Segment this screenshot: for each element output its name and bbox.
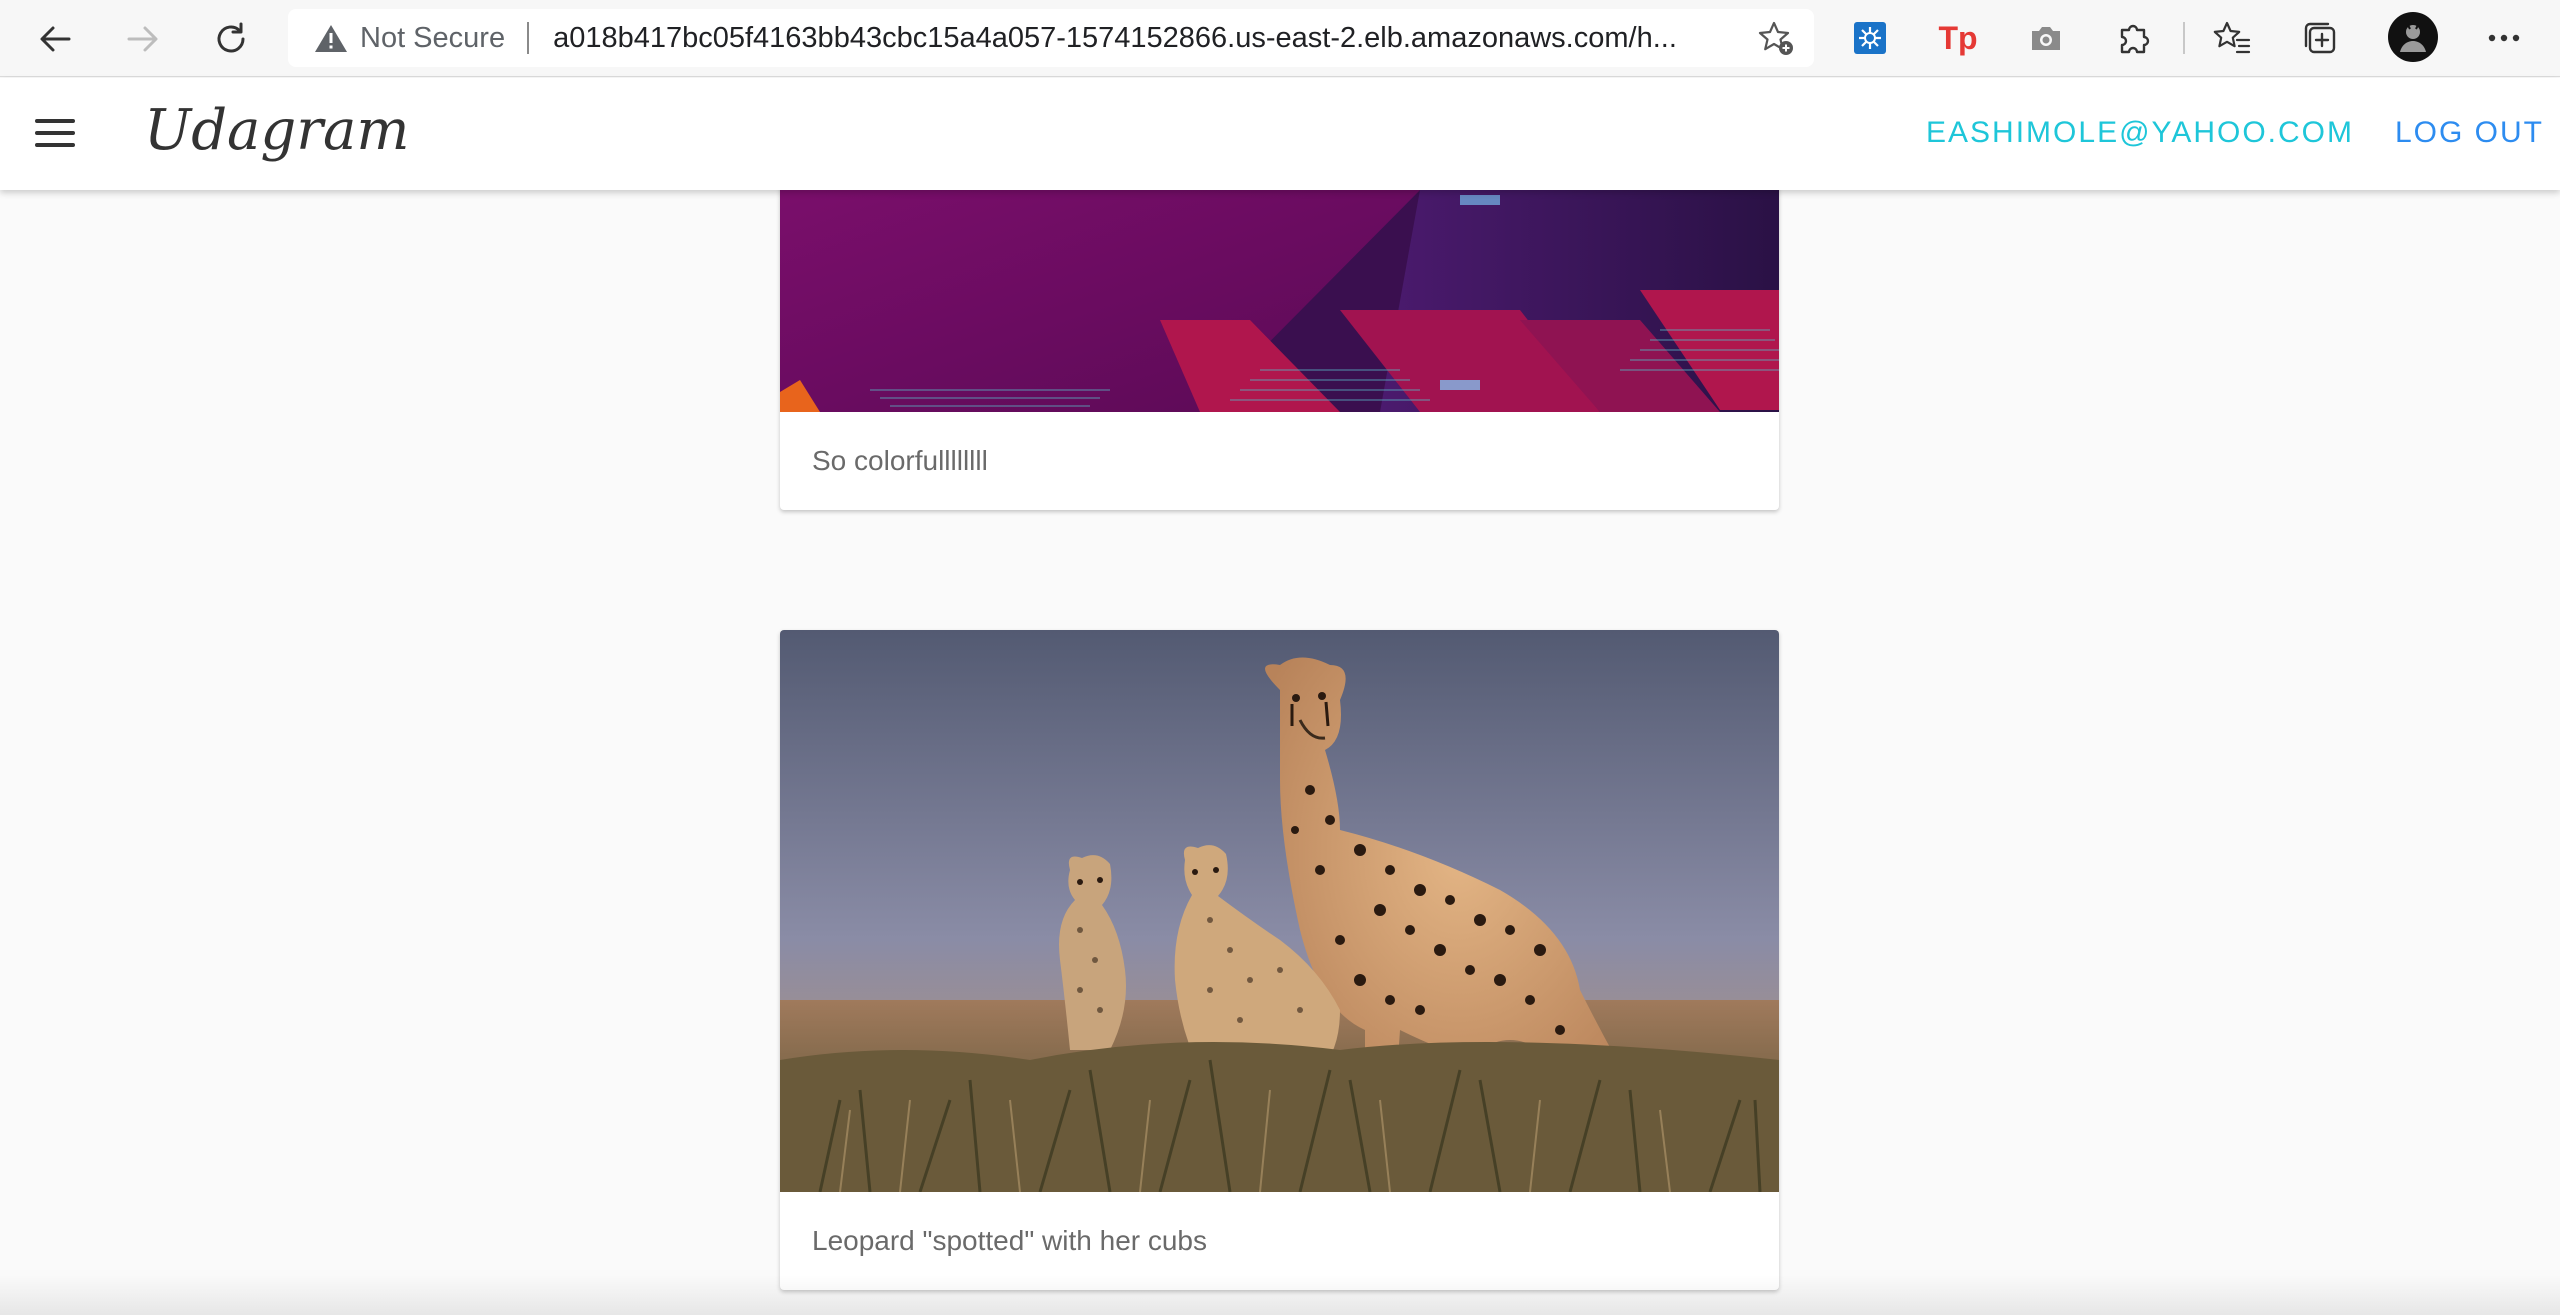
feed-card: So colorfullllllll [780, 190, 1779, 510]
tp-extension-icon[interactable]: Tp [1936, 16, 1980, 60]
puzzle-icon[interactable] [2112, 16, 2156, 60]
app-logo[interactable]: Udagram [144, 98, 410, 163]
menu-icon[interactable] [30, 111, 80, 155]
extension-icon[interactable] [1848, 16, 1892, 60]
camera-icon[interactable] [2024, 16, 2068, 60]
purple-building-photo [780, 190, 1779, 412]
tp-label: Tp [1938, 19, 1978, 56]
collections-icon[interactable] [2298, 16, 2342, 60]
refresh-icon[interactable] [206, 14, 256, 64]
url-text[interactable]: a018b417bc05f4163bb43cbc15a4a057-1574152… [553, 22, 1677, 55]
favorite-add-icon[interactable] [1758, 20, 1794, 56]
user-email-link[interactable]: EASHIMOLE@YAHOO.COM [1926, 116, 2354, 150]
feed: So colorfullllllll Leopard "spotted" wit… [0, 190, 2560, 1315]
warning-icon[interactable] [314, 23, 348, 53]
forward-icon[interactable] [118, 14, 168, 64]
profile-avatar[interactable] [2388, 12, 2438, 62]
logout-button[interactable]: LOG OUT [2395, 116, 2544, 150]
address-bar[interactable]: Not Secure a018b417bc05f4163bb43cbc15a4a… [288, 9, 1814, 67]
app-header: Udagram EASHIMOLE@YAHOO.COM LOG OUT [0, 78, 2560, 190]
bottom-shadow [0, 1275, 2560, 1315]
security-label[interactable]: Not Secure [360, 22, 505, 55]
toolbar-divider [2183, 22, 2185, 54]
omnibox-divider [527, 22, 530, 54]
feed-card: Leopard "spotted" with her cubs [780, 630, 1779, 1290]
cheetah-with-cubs-photo [780, 630, 1779, 1192]
browser-toolbar: Not Secure a018b417bc05f4163bb43cbc15a4a… [0, 0, 2560, 77]
post-caption: So colorfullllllll [812, 445, 988, 476]
favorites-icon[interactable] [2210, 16, 2254, 60]
more-icon[interactable] [2482, 16, 2526, 60]
back-icon[interactable] [30, 14, 80, 64]
